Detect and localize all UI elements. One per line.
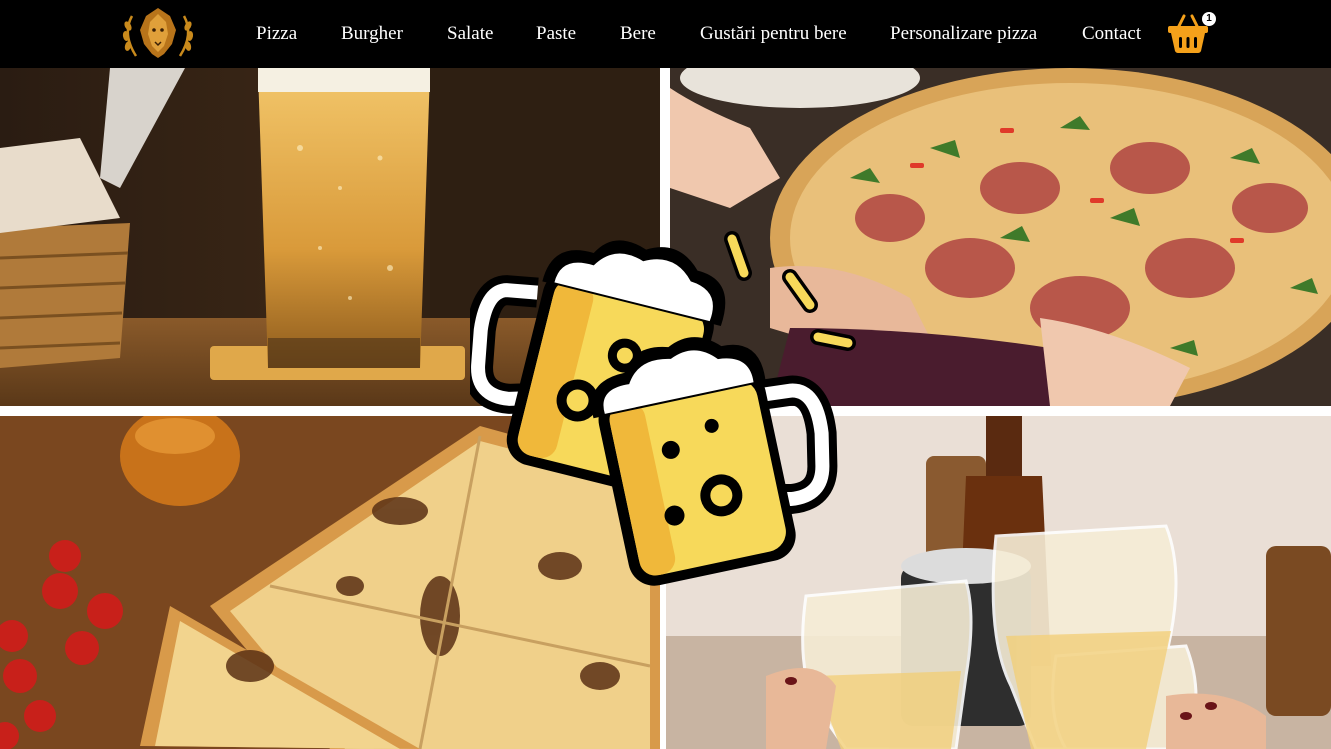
lion-logo-icon[interactable] — [118, 4, 198, 64]
nav-link-paste[interactable]: Paste — [536, 22, 576, 46]
nav-link-pizza[interactable]: Pizza — [256, 22, 297, 46]
nav-link-burgher[interactable]: Burgher — [341, 22, 403, 46]
nav-link-bere[interactable]: Bere — [620, 22, 656, 46]
nav-link-salate[interactable]: Salate — [447, 22, 493, 46]
nav-link-gustari-pentru-bere[interactable]: Gustări pentru bere — [700, 22, 847, 46]
nav-link-personalizare-pizza[interactable]: Personalizare pizza — [890, 22, 1037, 46]
cart-button[interactable]: 1 — [1166, 12, 1216, 56]
top-navbar: Pizza Burgher Salate Paste Bere Gustări … — [0, 0, 1331, 68]
cheers-beer-mugs-icon — [463, 225, 860, 595]
nav-link-contact[interactable]: Contact — [1082, 22, 1141, 46]
cart-count-badge: 1 — [1202, 12, 1216, 26]
